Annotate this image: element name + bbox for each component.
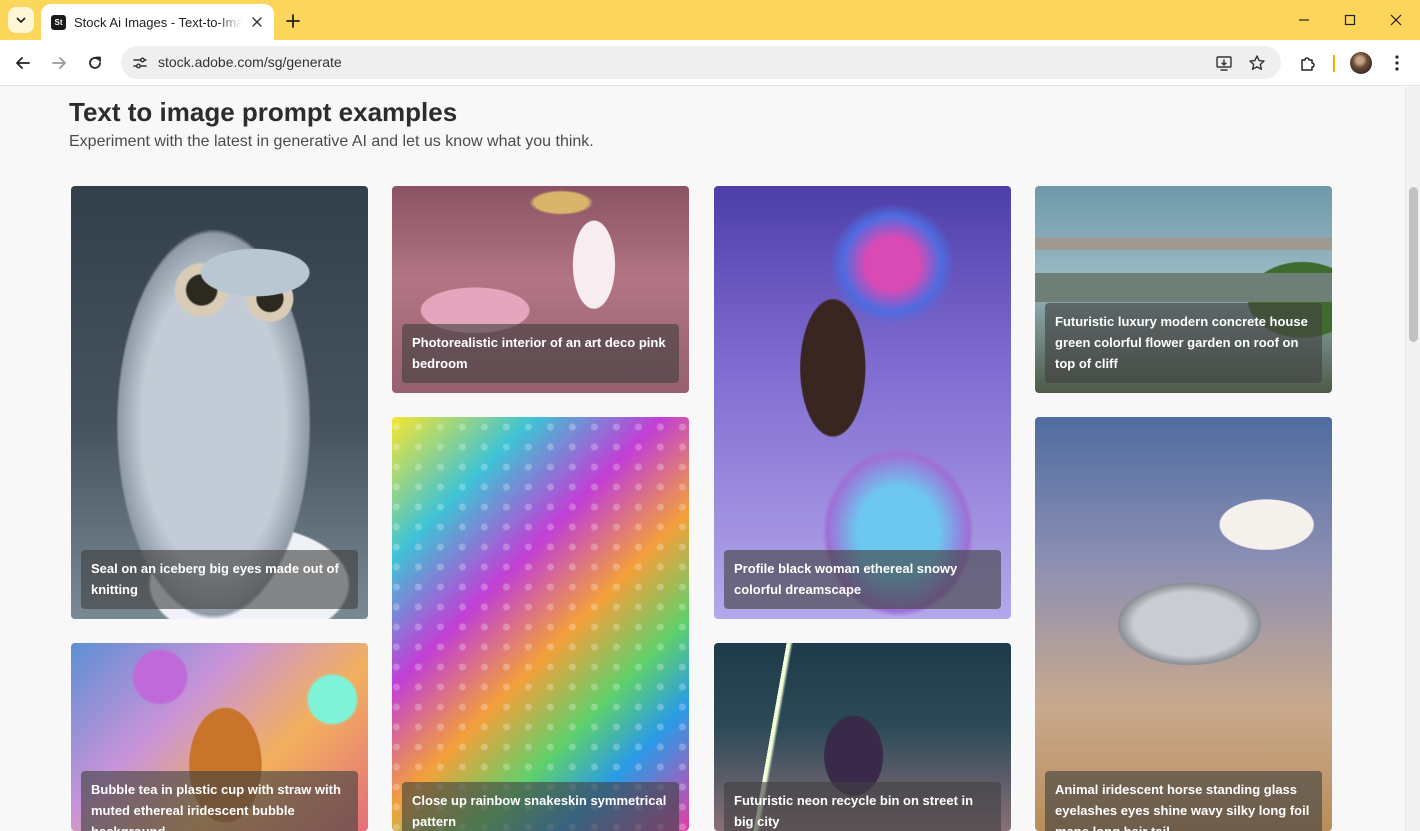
tab-search-button[interactable] <box>8 7 34 33</box>
maximize-icon <box>1344 14 1356 26</box>
prompt-card-snakeskin[interactable]: Close up rainbow snakeskin symmetrical p… <box>392 417 689 831</box>
site-info-button[interactable] <box>127 50 152 75</box>
reload-button[interactable] <box>82 50 108 76</box>
profile-avatar[interactable] <box>1350 52 1372 74</box>
address-bar[interactable]: stock.adobe.com/sg/generate <box>121 46 1281 79</box>
tab-title: Stock Ai Images - Text-to-Image <box>74 14 242 30</box>
plus-icon <box>286 14 300 28</box>
chevron-down-icon <box>16 17 26 23</box>
scrollbar-thumb[interactable] <box>1409 187 1418 342</box>
prompt-caption: Photorealistic interior of an art deco p… <box>402 324 679 383</box>
extensions-button[interactable] <box>1295 50 1321 76</box>
prompt-card-bedroom[interactable]: Photorealistic interior of an art deco p… <box>392 186 689 393</box>
install-app-button[interactable] <box>1212 51 1236 75</box>
prompt-card-bubble-tea[interactable]: Bubble tea in plastic cup with straw wit… <box>71 643 368 831</box>
adobe-stock-favicon-icon: St <box>51 14 66 30</box>
forward-button[interactable] <box>46 50 72 76</box>
prompt-caption: Futuristic luxury modern concrete house … <box>1045 303 1322 383</box>
browser-tab-active[interactable]: St Stock Ai Images - Text-to-Image <box>41 4 274 40</box>
prompt-card-horse[interactable]: Animal iridescent horse standing glass e… <box>1035 417 1332 831</box>
page-viewport: Text to image prompt examples Experiment… <box>0 87 1420 831</box>
browser-toolbar: stock.adobe.com/sg/generate <box>0 40 1420 86</box>
star-icon <box>1249 55 1265 70</box>
puzzle-icon <box>1301 57 1315 71</box>
page-title: Text to image prompt examples <box>69 97 458 127</box>
bookmark-button[interactable] <box>1245 51 1269 75</box>
close-icon <box>252 17 262 27</box>
window-close-button[interactable] <box>1383 7 1409 33</box>
prompt-caption: Animal iridescent horse standing glass e… <box>1045 771 1322 831</box>
prompt-caption: Seal on an iceberg big eyes made out of … <box>81 550 358 609</box>
minimize-icon <box>1299 19 1309 21</box>
prompt-card-house[interactable]: Futuristic luxury modern concrete house … <box>1035 186 1332 393</box>
tune-icon <box>132 57 147 68</box>
page-scrollbar[interactable] <box>1405 87 1420 831</box>
close-icon <box>1390 14 1402 26</box>
new-tab-button[interactable] <box>282 10 304 32</box>
prompt-caption: Futuristic neon recycle bin on street in… <box>724 782 1001 831</box>
back-button[interactable] <box>10 50 36 76</box>
url-text[interactable]: stock.adobe.com/sg/generate <box>158 54 342 70</box>
prompt-card-seal[interactable]: Seal on an iceberg big eyes made out of … <box>71 186 368 619</box>
install-app-icon <box>1216 56 1232 71</box>
prompt-card-recycle-bin[interactable]: Futuristic neon recycle bin on street in… <box>714 643 1011 831</box>
toolbar-divider <box>1333 55 1335 72</box>
prompt-card-woman[interactable]: Profile black woman ethereal snowy color… <box>714 186 1011 619</box>
window-minimize-button[interactable] <box>1291 7 1317 33</box>
prompt-caption: Close up rainbow snakeskin symmetrical p… <box>402 782 679 831</box>
prompt-caption: Bubble tea in plastic cup with straw wit… <box>81 771 358 831</box>
tab-close-button[interactable] <box>248 13 266 31</box>
arrow-right-icon <box>52 57 66 69</box>
browser-titlebar: St Stock Ai Images - Text-to-Image <box>0 0 1420 40</box>
arrow-left-icon <box>16 57 30 69</box>
reload-icon <box>89 56 101 69</box>
window-maximize-button[interactable] <box>1337 7 1363 33</box>
browser-menu-button[interactable] <box>1384 50 1410 76</box>
page-subtitle: Experiment with the latest in generative… <box>69 133 594 150</box>
prompt-caption: Profile black woman ethereal snowy color… <box>724 550 1001 609</box>
kebab-menu-icon <box>1395 55 1399 71</box>
